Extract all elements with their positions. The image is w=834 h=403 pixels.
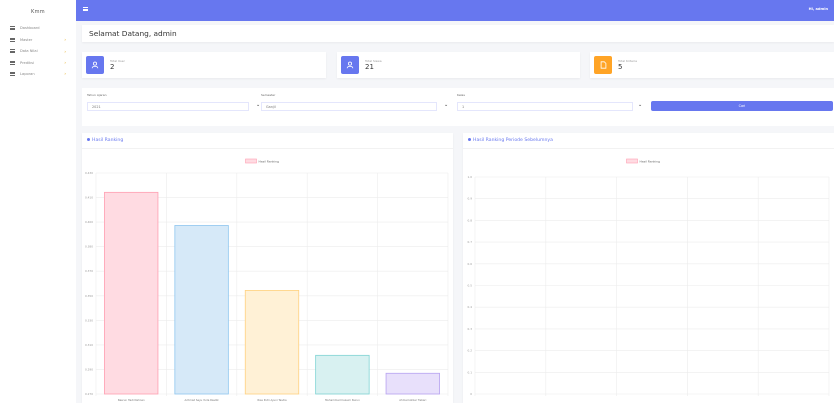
list-icon [10,37,15,42]
legend-swatch [245,158,257,164]
user-icon [86,56,104,74]
legend-swatch [626,158,638,164]
list-icon [10,26,15,31]
y-tick-label: 0.380 [85,245,93,249]
card-title: Hasil Ranking Periode Sebelumnya [468,138,553,143]
x-tick-label: Ahmad Akbar Tisbari [399,398,426,402]
menu-toggle-icon[interactable] [83,7,88,11]
y-tick-label: 0.270 [85,392,93,396]
file-icon [594,56,612,74]
x-tick-label: Nasrun Hadi Nahnan [118,398,145,402]
top-navbar: Hi, admin [76,0,834,21]
chevron-down-icon[interactable]: ⌄ [638,102,642,108]
stat-value: 2 [110,63,115,71]
stat-value: 5 [618,63,623,71]
chart-bar [244,290,300,395]
sidebar: Kmm Dashboard Master › Data Nilai › Prediksi ›… [0,0,76,403]
ranking-chart-card: Hasil Ranking Hasil Ranking 0.430 0.410 0.4… [82,133,453,403]
legend-label: Hasil Ranking [259,160,280,164]
x-tick-label: Achmad Sayu Yuda Rasdik [185,398,220,402]
chart-bar [315,354,370,395]
sidebar-item-data-nilai[interactable]: Data Nilai › [0,46,76,56]
sidebar-item-label: Data Nilai [20,49,38,54]
chevron-down-icon[interactable]: ⌄ [444,102,448,108]
card-header: Hasil Ranking Periode Sebelumnya [463,133,834,149]
chevron-right-icon: › [64,71,66,77]
y-tick-label: 0.9 [468,197,473,201]
y-tick-label: 0.350 [85,294,93,298]
sidebar-item-dashboard[interactable]: Dashboard [0,23,76,33]
stat-value: 21 [365,63,374,71]
sidebar-item-prediksi[interactable]: Prediksi › [0,58,76,68]
y-tick-label: 0.310 [85,343,93,347]
chart-icon [468,138,471,141]
chevron-down-icon[interactable]: ⌄ [256,102,260,108]
legend-label: Hasil Ranking [640,160,661,164]
chevron-right-icon: › [64,48,66,54]
semester-label: Semester [261,93,276,97]
list-icon [10,60,15,65]
y-tick-label: 0.430 [85,171,93,175]
y-tick-label: 1.0 [468,175,473,179]
kelas-label: Kelas [457,93,465,97]
x-tick-label: Muhammad Caisum Nurun [325,398,360,402]
y-tick-label: 0.6 [468,262,473,266]
stat-card-users: Total User 2 [82,52,326,78]
user-icon [341,56,359,74]
y-tick-label: 0.290 [85,367,93,371]
chart-bar [174,225,229,395]
page-title: Selamat Datang, admin [89,29,177,38]
y-tick-label: 0.3 [468,327,473,331]
semester-select[interactable]: Ganjil [261,102,437,111]
x-tick-label: Risa Putri Ayuni Tasdia [257,398,287,402]
search-button[interactable]: Cari [651,101,833,111]
list-icon [10,49,15,54]
y-tick-label: 0.1 [468,370,473,374]
sidebar-item-master[interactable]: Master › [0,35,76,45]
y-tick-label: 0.7 [468,240,473,244]
tahun-select[interactable]: 2021 [87,102,249,111]
filter-form: Tahun Ajaran 2021 ⌄ Semester Ganjil ⌄ Ke… [82,88,834,126]
previous-ranking-bar-chart: Hasil Ranking 1.0 0.9 0.8 0.7 0.6 0.5 0.4 0.3 0.2… [468,158,830,396]
previous-ranking-chart-card: Hasil Ranking Periode Sebelumnya Hasil R… [463,133,834,403]
sidebar-item-label: Master [20,37,33,42]
kelas-select[interactable]: 1 [457,102,633,111]
y-tick-label: 0.400 [85,220,93,224]
stat-card-criteria: Total Kriteria 5 [590,52,834,78]
y-tick-label: 0.8 [468,218,473,222]
y-tick-label: 0.370 [85,269,93,273]
tahun-label: Tahun Ajaran [87,93,107,97]
user-menu[interactable]: Hi, admin [809,7,828,11]
chart-icon [87,138,90,141]
y-tick-label: 0.5 [468,284,473,288]
card-header: Hasil Ranking [82,133,453,149]
ranking-bar-chart: Hasil Ranking 0.430 0.410 0.400 0.380 0.370 0.… [85,158,449,402]
y-tick-label: 0.2 [468,349,473,353]
chart-bar [385,372,440,395]
y-tick-label: 0.4 [468,305,473,309]
sidebar-item-label: Prediksi [20,60,34,65]
stat-card-students: Total Siswa 21 [337,52,580,78]
chevron-right-icon: › [64,60,66,66]
card-title: Hasil Ranking [87,138,123,143]
sidebar-item-label: Laporan [20,71,35,76]
chevron-right-icon: › [64,37,66,43]
y-tick-label: 0.410 [85,196,93,200]
sidebar-item-label: Dashboard [20,26,40,31]
sidebar-item-laporan[interactable]: Laporan › [0,69,76,79]
y-tick-label: 0.330 [85,318,93,322]
list-icon [10,71,15,76]
brand-logo: Kmm [31,9,45,15]
y-tick-label: 0 [470,392,472,396]
chart-bar [104,191,159,395]
page-header: Selamat Datang, admin [82,25,834,42]
